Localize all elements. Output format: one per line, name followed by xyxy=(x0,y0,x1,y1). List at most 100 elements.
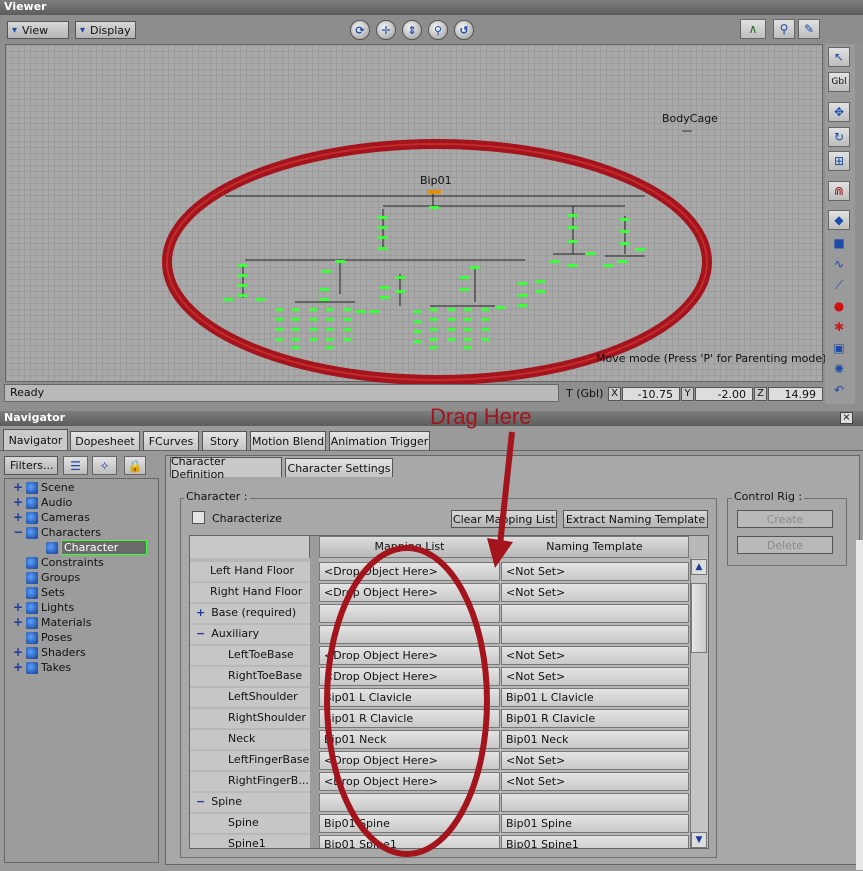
grid-row-label[interactable]: + Base (required) xyxy=(190,604,310,623)
expand-icon[interactable]: + xyxy=(13,481,23,493)
naming-cell[interactable] xyxy=(501,604,689,623)
tab-fcurves[interactable]: FCurves xyxy=(143,431,199,450)
tab-story[interactable]: Story xyxy=(202,431,247,450)
expand-icon[interactable]: + xyxy=(13,646,23,658)
collapse-icon[interactable]: − xyxy=(196,795,205,808)
tree-item-lights[interactable]: + Lights xyxy=(13,600,74,615)
tree-item-audio[interactable]: + Audio xyxy=(13,495,72,510)
grid-row-label[interactable]: LeftToeBase xyxy=(190,646,310,665)
tree-item-cameras[interactable]: + Cameras xyxy=(13,510,90,525)
mapping-cell[interactable]: Bip01 L Clavicle xyxy=(319,688,500,707)
grid-row-label[interactable]: Spine1 xyxy=(190,835,310,848)
collapse-icon[interactable]: − xyxy=(13,526,23,538)
gbl-button[interactable]: Gbl xyxy=(828,72,850,92)
mapping-cell[interactable] xyxy=(319,793,500,812)
skeleton-tool-icon[interactable]: ⟋ xyxy=(828,275,850,295)
grid-row-label[interactable]: Spine xyxy=(190,814,310,833)
record-icon[interactable]: ● xyxy=(828,296,850,316)
naming-cell[interactable]: <Not Set> xyxy=(501,772,689,791)
pan-icon[interactable]: ✛ xyxy=(376,20,396,40)
scroll-down-icon[interactable]: ▼ xyxy=(691,832,707,848)
scale-icon[interactable]: ⊞ xyxy=(828,151,850,171)
magnet-icon[interactable]: ⋒ xyxy=(828,181,850,201)
reset-view-icon[interactable]: ↺ xyxy=(454,20,474,40)
light-icon[interactable]: ✺ xyxy=(828,359,850,379)
extract-naming-template-button[interactable]: Extract Naming Template xyxy=(563,510,708,528)
x-field[interactable]: -10.75 xyxy=(622,387,680,401)
collapse-icon[interactable]: − xyxy=(196,627,205,640)
create-button[interactable]: Create xyxy=(737,510,833,528)
grid-row-label[interactable]: LeftShoulder xyxy=(190,688,310,707)
mapping-cell[interactable]: Bip01 Spine xyxy=(319,814,500,833)
mapping-grid[interactable]: Mapping List Naming Template ▲ ▼ Left Ha… xyxy=(189,535,709,849)
tab-character-settings[interactable]: Character Settings xyxy=(285,458,393,477)
grid-row-label[interactable]: LeftFingerBase xyxy=(190,751,310,770)
curve-tool-icon[interactable]: ∿ xyxy=(828,254,850,274)
mapping-cell[interactable] xyxy=(319,604,500,623)
tree-item-constraints[interactable]: Constraints xyxy=(13,555,104,570)
orbit-icon[interactable]: ⟳ xyxy=(350,20,370,40)
z-field[interactable]: 14.99 xyxy=(768,387,823,401)
mapping-cell[interactable]: Bip01 Spine1 xyxy=(319,835,500,848)
tree-item-takes[interactable]: + Takes xyxy=(13,660,71,675)
naming-cell[interactable]: Bip01 R Clavicle xyxy=(501,709,689,728)
clear-mapping-list-button[interactable]: Clear Mapping List xyxy=(451,510,557,528)
tree-item-poses[interactable]: Poses xyxy=(13,630,72,645)
naming-cell[interactable] xyxy=(501,793,689,812)
wand-icon[interactable]: ✧ xyxy=(92,456,117,475)
expand-icon[interactable]: + xyxy=(13,601,23,613)
grid-row-label[interactable]: RightShoulder xyxy=(190,709,310,728)
tree-item-characters[interactable]: − Characters xyxy=(13,525,101,540)
naming-cell[interactable]: Bip01 Neck xyxy=(501,730,689,749)
filters-button[interactable]: Filters... xyxy=(4,456,58,475)
undo-curve-icon[interactable]: ↶ xyxy=(828,380,850,400)
grid-row-label[interactable]: Right Hand Floor xyxy=(190,583,310,602)
mapping-cell[interactable] xyxy=(319,625,500,644)
tab-dopesheet[interactable]: Dopesheet xyxy=(70,431,140,450)
zoom-icon[interactable]: ⚲ xyxy=(428,20,448,40)
grid-row-label[interactable]: Left Hand Floor xyxy=(190,562,310,581)
grid-row-label[interactable]: RightToeBase xyxy=(190,667,310,686)
mapping-cell[interactable]: <Drop Object Here> xyxy=(319,772,500,791)
move-icon[interactable]: ✥ xyxy=(828,102,850,122)
expand-icon[interactable]: + xyxy=(13,511,23,523)
lock-icon[interactable]: 🔒 xyxy=(124,456,146,475)
tree-item-materials[interactable]: + Materials xyxy=(13,615,91,630)
dolly-icon[interactable]: ⇕ xyxy=(402,20,422,40)
mapping-cell[interactable]: Bip01 Neck xyxy=(319,730,500,749)
expand-icon[interactable]: + xyxy=(196,606,205,619)
select-object-icon[interactable]: ◆ xyxy=(828,210,850,230)
delete-button[interactable]: Delete xyxy=(737,536,833,554)
scroll-thumb[interactable] xyxy=(691,583,707,653)
naming-cell[interactable]: Bip01 Spine1 xyxy=(501,835,689,848)
zoom-2d-icon[interactable]: ⚲ xyxy=(773,19,795,39)
mapping-list-header[interactable]: Mapping List xyxy=(319,536,500,558)
mapping-cell[interactable]: <Drop Object Here> xyxy=(319,751,500,770)
naming-cell[interactable]: Bip01 Spine xyxy=(501,814,689,833)
y-field[interactable]: -2.00 xyxy=(695,387,753,401)
constraint-icon[interactable]: ✱ xyxy=(828,317,850,337)
naming-cell[interactable] xyxy=(501,625,689,644)
mapping-cell[interactable]: <Drop Object Here> xyxy=(319,562,500,581)
expand-icon[interactable]: + xyxy=(13,616,23,628)
naming-cell[interactable]: <Not Set> xyxy=(501,751,689,770)
tree-item-scene[interactable]: + Scene xyxy=(13,480,75,495)
naming-cell[interactable]: <Not Set> xyxy=(501,646,689,665)
camera-edit-icon[interactable]: ✎ xyxy=(798,19,820,39)
scroll-up-icon[interactable]: ▲ xyxy=(691,559,707,575)
close-icon[interactable]: × xyxy=(840,412,853,424)
select-icon[interactable]: ↖ xyxy=(828,47,850,67)
cube-icon[interactable]: ■ xyxy=(828,233,850,253)
naming-cell[interactable]: <Not Set> xyxy=(501,667,689,686)
naming-cell[interactable]: Bip01 L Clavicle xyxy=(501,688,689,707)
curve-icon[interactable]: ∧ xyxy=(740,19,766,39)
naming-cell[interactable]: <Not Set> xyxy=(501,583,689,602)
naming-template-header[interactable]: Naming Template xyxy=(500,536,689,558)
display-menu[interactable]: Display xyxy=(75,21,136,39)
tree-item-shaders[interactable]: + Shaders xyxy=(13,645,86,660)
grid-splitter[interactable] xyxy=(310,536,319,848)
tree-item-sets[interactable]: Sets xyxy=(13,585,65,600)
tree-item-groups[interactable]: Groups xyxy=(13,570,80,585)
mapping-cell[interactable]: <Drop Object Here> xyxy=(319,646,500,665)
tab-animation-trigger[interactable]: Animation Trigger xyxy=(329,431,430,450)
